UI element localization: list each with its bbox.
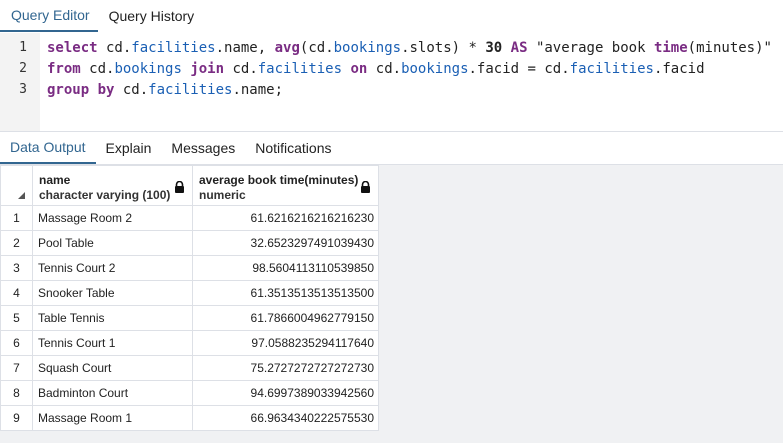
row-number[interactable]: 6 bbox=[0, 330, 33, 356]
code-token: cd. bbox=[97, 39, 132, 56]
string-literal: (minutes)" bbox=[687, 39, 772, 56]
table-row[interactable]: 1 Massage Room 2 61.6216216216216230 bbox=[0, 205, 379, 231]
cell-name[interactable]: Massage Room 1 bbox=[32, 405, 193, 431]
tab-query-editor[interactable]: Query Editor bbox=[0, 0, 98, 32]
sql-editor[interactable]: 1 select cd.facilities.name, avg(cd.book… bbox=[0, 33, 783, 132]
tab-messages[interactable]: Messages bbox=[161, 132, 245, 164]
cell-name[interactable]: Squash Court bbox=[32, 355, 193, 381]
code-token: cd. bbox=[80, 60, 115, 77]
code-line-2: 2 from cd.bookings join cd.facilities on… bbox=[0, 58, 704, 79]
line-number: 3 bbox=[19, 82, 27, 97]
cell-name[interactable]: Tennis Court 2 bbox=[32, 255, 193, 281]
select-all-corner[interactable] bbox=[0, 165, 33, 206]
cell-average[interactable]: 94.6997389033942560 bbox=[192, 380, 379, 406]
lock-icon bbox=[175, 181, 184, 193]
header-row: name character varying (100) average boo… bbox=[0, 165, 379, 206]
column-name: name bbox=[39, 173, 71, 187]
cell-name[interactable]: Badminton Court bbox=[32, 380, 193, 406]
code-token: cd. bbox=[367, 60, 402, 77]
cell-average[interactable]: 66.9634340222575530 bbox=[192, 405, 379, 431]
lock-icon bbox=[361, 181, 370, 193]
cell-average[interactable]: 75.2727272727272730 bbox=[192, 355, 379, 381]
code-token: .slots) * bbox=[401, 39, 486, 56]
keyword: from bbox=[47, 60, 81, 77]
tab-explain[interactable]: Explain bbox=[96, 132, 162, 164]
results-table: name character varying (100) average boo… bbox=[0, 165, 379, 431]
table-row[interactable]: 2 Pool Table 32.6523297491039430 bbox=[0, 230, 379, 256]
code-token: .facid = cd. bbox=[468, 60, 570, 77]
results-tab-bar: Data Output Explain Messages Notificatio… bbox=[0, 132, 783, 165]
tab-query-history[interactable]: Query History bbox=[98, 0, 203, 32]
row-number[interactable]: 1 bbox=[0, 205, 33, 231]
column-header-average-book-time[interactable]: average book time(minutes) numeric bbox=[192, 165, 379, 206]
tab-data-output[interactable]: Data Output bbox=[0, 132, 96, 164]
table-row[interactable]: 8 Badminton Court 94.6997389033942560 bbox=[0, 380, 379, 406]
table-row[interactable]: 3 Tennis Court 2 98.5604113110539850 bbox=[0, 255, 379, 281]
cell-name[interactable]: Table Tennis bbox=[32, 305, 193, 331]
cell-average[interactable]: 61.6216216216216230 bbox=[192, 205, 379, 231]
cell-name[interactable]: Snooker Table bbox=[32, 280, 193, 306]
code-token: (cd. bbox=[299, 39, 334, 56]
data-output-grid: name character varying (100) average boo… bbox=[0, 165, 783, 443]
keyword: AS bbox=[510, 39, 528, 56]
cell-name[interactable]: Tennis Court 1 bbox=[32, 330, 193, 356]
keyword: select bbox=[47, 39, 98, 56]
identifier: facilities bbox=[569, 60, 654, 77]
row-number[interactable]: 3 bbox=[0, 255, 33, 281]
keyword: join bbox=[190, 60, 225, 77]
row-number[interactable]: 8 bbox=[0, 380, 33, 406]
cell-name[interactable]: Pool Table bbox=[32, 230, 193, 256]
number-literal: 30 bbox=[485, 39, 503, 56]
column-type: character varying (100) bbox=[39, 188, 171, 202]
cell-average[interactable]: 61.3513513513513500 bbox=[192, 280, 379, 306]
row-number[interactable]: 4 bbox=[0, 280, 33, 306]
table-row[interactable]: 5 Table Tennis 61.7866004962779150 bbox=[0, 305, 379, 331]
code-line-3: 3 group by cd.facilities.name; bbox=[0, 79, 283, 100]
table-row[interactable]: 6 Tennis Court 1 97.0588235294117640 bbox=[0, 330, 379, 356]
cell-average[interactable]: 32.6523297491039430 bbox=[192, 230, 379, 256]
identifier: facilities bbox=[131, 39, 216, 56]
cell-name[interactable]: Massage Room 2 bbox=[32, 205, 193, 231]
line-number: 2 bbox=[19, 61, 27, 76]
keyword: avg bbox=[274, 39, 300, 56]
code-token: cd. bbox=[224, 60, 258, 77]
table-row[interactable]: 4 Snooker Table 61.3513513513513500 bbox=[0, 280, 379, 306]
row-number[interactable]: 2 bbox=[0, 230, 33, 256]
row-number[interactable]: 9 bbox=[0, 405, 33, 431]
column-name: average book time(minutes) bbox=[199, 173, 359, 187]
column-type: numeric bbox=[199, 188, 246, 202]
column-header-name[interactable]: name character varying (100) bbox=[32, 165, 193, 206]
code-line-1: 1 select cd.facilities.name, avg(cd.book… bbox=[0, 37, 772, 58]
table-row[interactable]: 7 Squash Court 75.2727272727272730 bbox=[0, 355, 379, 381]
code-text[interactable]: group by cd.facilities.name; bbox=[47, 82, 283, 98]
identifier: bookings bbox=[114, 60, 182, 77]
line-number: 1 bbox=[19, 40, 27, 55]
tab-notifications[interactable]: Notifications bbox=[245, 132, 341, 164]
row-number[interactable]: 5 bbox=[0, 305, 33, 331]
top-tab-bar: Query Editor Query History bbox=[0, 0, 783, 34]
row-number[interactable]: 7 bbox=[0, 355, 33, 381]
keyword: group by bbox=[47, 81, 115, 98]
code-text[interactable]: select cd.facilities.name, avg(cd.bookin… bbox=[47, 40, 772, 56]
corner-triangle-icon bbox=[18, 192, 25, 199]
string-literal: "average book bbox=[527, 39, 654, 56]
code-token: .facid bbox=[653, 60, 705, 77]
code-token: cd. bbox=[114, 81, 149, 98]
code-token: .name; bbox=[232, 81, 284, 98]
cell-average[interactable]: 98.5604113110539850 bbox=[192, 255, 379, 281]
identifier: bookings bbox=[401, 60, 469, 77]
code-text[interactable]: from cd.bookings join cd.facilities on c… bbox=[47, 61, 705, 77]
code-token: .name, bbox=[215, 39, 275, 56]
keyword: time bbox=[653, 39, 688, 56]
cell-average[interactable]: 61.7866004962779150 bbox=[192, 305, 379, 331]
identifier: facilities bbox=[257, 60, 343, 77]
keyword: on bbox=[350, 60, 368, 77]
identifier: facilities bbox=[148, 81, 233, 98]
identifier: bookings bbox=[333, 39, 402, 56]
table-row[interactable]: 9 Massage Room 1 66.9634340222575530 bbox=[0, 405, 379, 431]
cell-average[interactable]: 97.0588235294117640 bbox=[192, 330, 379, 356]
